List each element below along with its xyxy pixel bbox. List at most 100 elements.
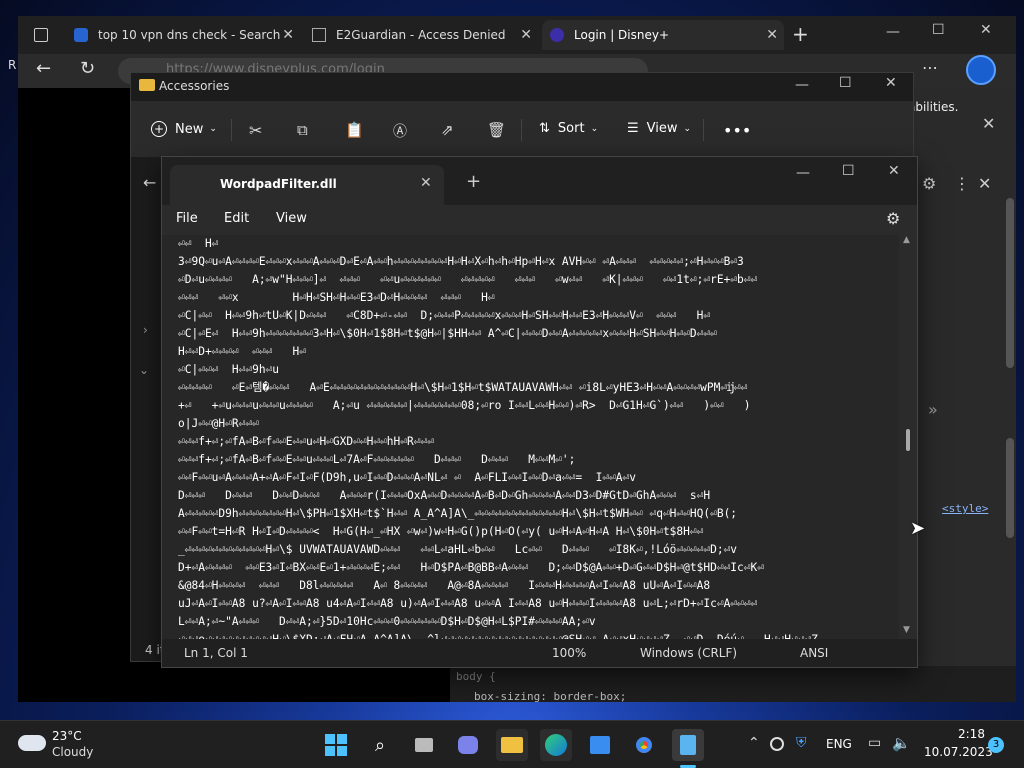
browser-tab-disney[interactable]: Login | Disney+ ✕ bbox=[542, 20, 784, 50]
devtools-styles-pane: body { box-sizing: border-box; bbox=[450, 666, 1016, 703]
minimize-icon[interactable]: — bbox=[795, 77, 809, 93]
browser-tab-e2guardian[interactable]: E2Guardian - Access Denied ✕ bbox=[304, 20, 538, 50]
menu-view[interactable]: View bbox=[276, 211, 307, 226]
back-icon[interactable]: ← bbox=[36, 58, 51, 79]
see-more-icon[interactable]: ••• bbox=[723, 121, 751, 140]
windows-icon bbox=[325, 734, 347, 756]
close-tab-icon[interactable]: ✕ bbox=[766, 27, 778, 43]
chevron-down-icon: ⌄ bbox=[683, 123, 692, 134]
new-tab-icon[interactable]: + bbox=[466, 171, 481, 192]
explorer-title: Accessories bbox=[159, 79, 230, 93]
chrome-button[interactable] bbox=[628, 729, 660, 761]
rename-icon[interactable]: Ⓐ bbox=[393, 121, 407, 141]
browser-tabstrip: top 10 vpn dns check - Search ✕ E2Guardi… bbox=[18, 16, 1016, 54]
chrome-icon bbox=[633, 734, 655, 756]
defender-shield-icon[interactable]: ⛨ bbox=[796, 735, 807, 751]
style-tag-link[interactable]: <style> bbox=[942, 502, 988, 515]
folder-icon bbox=[139, 79, 155, 91]
edge-button[interactable] bbox=[540, 729, 572, 761]
share-icon[interactable]: ⇗ bbox=[441, 121, 454, 139]
view-button[interactable]: ☰ View ⌄ bbox=[627, 121, 691, 136]
text-line: H⏎⏎D+⏎⏎⏎⏎ ⏎⏎⏎ H⏎ bbox=[178, 345, 306, 358]
text-line: uJ⏎A⏎I⏎⏎A8 u?⏎A⏎I⏎⏎A8 u4⏎A⏎I⏎⏎A8 u)⏎A⏎I⏎… bbox=[178, 597, 758, 610]
chevron-right-icon[interactable]: » bbox=[928, 400, 938, 419]
clock-date[interactable]: 10.07.2023 bbox=[924, 745, 993, 759]
close-icon[interactable]: ✕ bbox=[888, 163, 900, 179]
copy-icon[interactable]: ⧉ bbox=[297, 121, 308, 139]
maximize-icon[interactable]: ☐ bbox=[842, 163, 855, 179]
minimize-icon[interactable]: — bbox=[796, 165, 810, 181]
divider bbox=[231, 119, 232, 141]
scroll-up-icon[interactable]: ▲ bbox=[903, 235, 910, 245]
weather-widget[interactable]: 23°C Cloudy bbox=[14, 727, 134, 763]
search-button[interactable]: ⌕ bbox=[364, 729, 396, 761]
security-warning-icon[interactable] bbox=[770, 737, 784, 751]
file-explorer-button[interactable] bbox=[496, 729, 528, 761]
paste-icon[interactable]: 📋 bbox=[345, 121, 364, 139]
language-indicator[interactable]: ENG bbox=[826, 737, 852, 751]
notepad-text-area[interactable]: ⏎⏎ H⏎ 3⏎9Q⏎u⏎A⏎⏎⏎⏎E⏎⏎⏎x⏎⏎⏎A⏎⏎⏎D⏎E⏎A⏎⏎h⏎⏎⏎… bbox=[162, 235, 899, 639]
browser-tab-search[interactable]: top 10 vpn dns check - Search ✕ bbox=[66, 20, 300, 50]
left-edge-text: R bbox=[8, 58, 17, 72]
chevron-down-icon: ⌄ bbox=[209, 124, 217, 134]
sort-button[interactable]: ⇅ Sort ⌄ bbox=[539, 121, 598, 136]
devtools-scrollbar-2[interactable] bbox=[1006, 438, 1014, 538]
tab-actions-icon[interactable] bbox=[34, 28, 48, 42]
chevron-down-icon: ⌄ bbox=[590, 123, 599, 134]
maximize-icon[interactable]: ☐ bbox=[839, 75, 852, 91]
maximize-icon[interactable]: ☐ bbox=[932, 22, 945, 38]
menu-edit[interactable]: Edit bbox=[224, 211, 249, 226]
page-favicon-icon bbox=[312, 28, 326, 42]
text-line: A⏎⏎⏎⏎⏎D9h⏎⏎⏎⏎⏎⏎⏎H⏎\$PH⏎1$XH⏎t$`H⏎⏎ A_A^A… bbox=[178, 507, 738, 520]
settings-icon[interactable]: ⚙ bbox=[922, 174, 936, 193]
cut-icon[interactable]: ✂ bbox=[249, 121, 262, 140]
clock-time[interactable]: 2:18 bbox=[958, 727, 985, 741]
devtools-scrollbar[interactable] bbox=[1006, 198, 1014, 368]
close-devtools-icon[interactable]: ✕ bbox=[978, 174, 991, 193]
chevron-down-icon[interactable]: ⌄ bbox=[139, 363, 149, 377]
close-tab-icon[interactable]: ✕ bbox=[282, 27, 294, 43]
tab-title: top 10 vpn dns check - Search bbox=[98, 28, 281, 42]
start-button[interactable] bbox=[320, 729, 352, 761]
close-tab-icon[interactable]: ✕ bbox=[520, 27, 532, 43]
notepad-button[interactable] bbox=[672, 729, 704, 761]
view-icon: ☰ bbox=[627, 121, 639, 136]
explorer-titlebar: Accessories — ☐ ✕ bbox=[131, 73, 913, 101]
notepad-scrollbar[interactable]: ▲ ▼ bbox=[899, 235, 917, 639]
text-line: ⏎⏎⏎f+⏎;⏎fA⏎B⏎f⏎⏎E⏎⏎u⏎⏎⏎L⏎7A⏎F⏎⏎⏎⏎⏎⏎ D⏎⏎⏎… bbox=[178, 453, 576, 466]
refresh-icon[interactable]: ↻ bbox=[80, 58, 95, 79]
menu-file[interactable]: File bbox=[176, 211, 198, 226]
scroll-thumb[interactable] bbox=[906, 429, 910, 451]
teams-button[interactable] bbox=[452, 729, 484, 761]
store-button[interactable] bbox=[584, 729, 616, 761]
close-notice-icon[interactable]: ✕ bbox=[982, 114, 995, 133]
text-line: o|J⏎⏎@H⏎R⏎⏎⏎ bbox=[178, 417, 259, 430]
minimize-icon[interactable]: — bbox=[886, 24, 900, 40]
store-icon bbox=[590, 736, 610, 754]
chevron-up-icon[interactable]: ⌃ bbox=[748, 735, 760, 751]
new-tab-icon[interactable]: + bbox=[792, 22, 809, 46]
notification-badge[interactable]: 3 bbox=[988, 737, 1004, 753]
chevron-right-icon[interactable]: › bbox=[143, 323, 148, 337]
volume-icon[interactable]: 🔈 bbox=[892, 734, 911, 752]
settings-icon[interactable]: ⚙ bbox=[886, 209, 900, 228]
notepad-tab[interactable]: WordpadFilter.dll ✕ bbox=[170, 165, 444, 205]
close-icon[interactable]: ✕ bbox=[885, 75, 897, 91]
text-line: ⏎⏎F⏎⏎t=H⏎R H⏎I⏎D⏎⏎⏎⏎< H⏎G(H⏎_⏎HX ⏎w⏎)w⏎H… bbox=[178, 525, 704, 538]
close-tab-icon[interactable]: ✕ bbox=[420, 175, 432, 191]
tab-title: E2Guardian - Access Denied bbox=[336, 28, 506, 42]
close-icon[interactable]: ✕ bbox=[980, 22, 992, 38]
delete-icon[interactable]: 🗑 bbox=[487, 121, 506, 139]
mouse-cursor-icon: ➤ bbox=[910, 518, 926, 539]
back-icon[interactable]: ← bbox=[143, 173, 156, 192]
cloud-icon bbox=[18, 735, 46, 751]
more-options-icon[interactable]: ⋯ bbox=[922, 58, 938, 77]
divider bbox=[521, 119, 522, 141]
devtools-more-icon[interactable]: ⋮ bbox=[954, 174, 970, 193]
tab-title: Login | Disney+ bbox=[574, 28, 670, 42]
scroll-down-icon[interactable]: ▼ bbox=[903, 625, 910, 635]
new-button[interactable]: + New ⌄ bbox=[151, 121, 217, 137]
task-view-button[interactable] bbox=[408, 729, 440, 761]
network-icon[interactable]: ▭ bbox=[868, 735, 881, 751]
bing-copilot-icon[interactable] bbox=[966, 55, 996, 85]
